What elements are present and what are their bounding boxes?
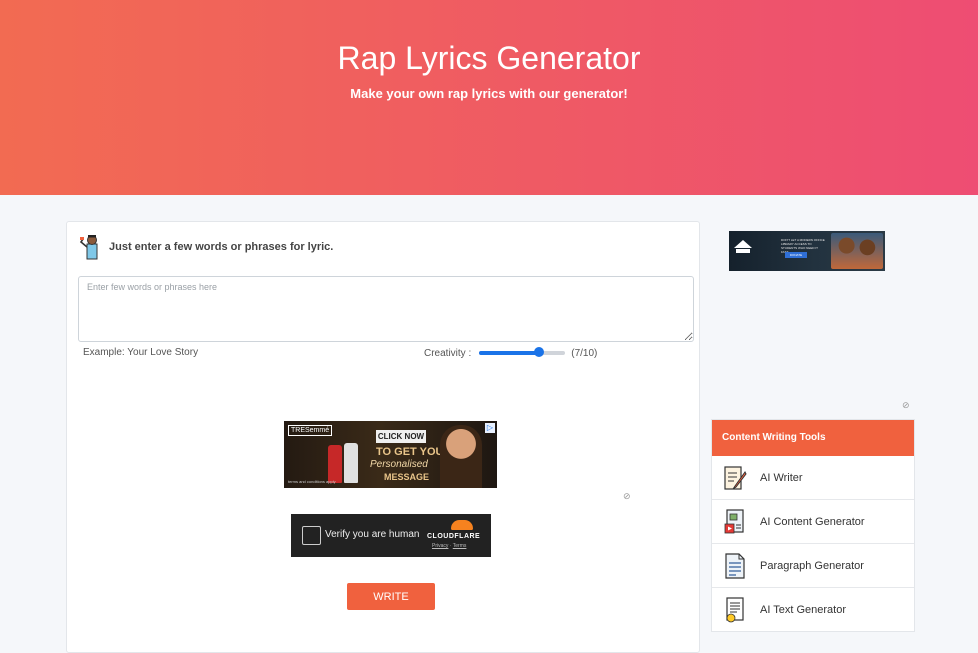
page-subtitle: Make your own rap lyrics with our genera… [350,86,628,101]
slider-fill [479,351,540,355]
tool-ai-content-generator[interactable]: AI Content Generator [712,500,914,544]
generator-card: Just enter a few words or phrases for ly… [66,221,700,653]
creativity-slider[interactable] [479,346,566,360]
creativity-control: Creativity : (7/10) [424,346,597,360]
privacy-link[interactable]: Privacy [432,543,448,549]
ad-options-icon[interactable]: ⊘ [623,491,631,502]
paragraph-document-icon [725,552,745,579]
creativity-value: (7/10) [571,347,598,359]
captcha-links: Privacy · Terms [432,543,466,549]
slider-thumb[interactable] [534,347,545,357]
tool-paragraph-generator[interactable]: Paragraph Generator [712,544,914,588]
cloudflare-logo-icon [451,520,473,530]
hero-banner: Rap Lyrics Generator Make your own rap l… [0,0,978,195]
creativity-label: Creativity : [424,347,472,359]
tool-ai-writer[interactable]: AI Writer [712,456,914,500]
ad-fine-print: terms and conditions apply [288,479,336,484]
intro-row: Just enter a few words or phrases for ly… [79,232,333,262]
tool-label: AI Content Generator [760,515,865,528]
tool-label: AI Text Generator [760,603,847,616]
captcha-checkbox[interactable] [302,526,321,545]
intro-text: Just enter a few words or phrases for ly… [109,241,334,253]
ad-side-image [831,233,883,269]
document-media-icon [724,508,744,533]
ad-logo-icon [734,240,752,253]
adchoices-icon[interactable]: ▷ [485,423,495,433]
lyrics-input[interactable] [78,276,694,342]
page-title: Rap Lyrics Generator [337,40,641,76]
captcha-widget: Verify you are human CLOUDFLARE Privacy … [291,514,491,557]
ad-cta[interactable]: CLICK NOW [376,430,426,443]
tool-ai-text-generator[interactable]: AI Text Generator [712,588,914,631]
cloudflare-brand: CLOUDFLARE [427,533,481,540]
ad-headline-script: Personalised [370,459,428,470]
tools-panel-title: Content Writing Tools [712,420,914,456]
tool-label: Paragraph Generator [760,559,864,572]
text-document-icon [726,596,744,622]
ad-model-image [440,425,482,488]
content-tools-panel: Content Writing Tools AI Writer AI Conte… [711,419,915,632]
captcha-label: Verify you are human [325,529,420,540]
ad-options-icon[interactable]: ⊘ [902,400,910,411]
example-text: Example: Your Love Story [83,347,199,358]
ad-brand: TRESemmé [288,425,333,436]
ad-product-image [344,443,358,483]
ad-donate-button[interactable]: DONATE [785,252,807,258]
terms-link[interactable]: Terms [453,543,467,549]
write-button[interactable]: WRITE [347,583,435,610]
pen-paper-icon [724,465,747,490]
ad-headline-end: MESSAGE [384,472,430,482]
advertisement-banner[interactable]: TRESemmé CLICK NOW TO GET YOUR Personali… [284,421,497,488]
tool-label: AI Writer [760,471,803,484]
link-separator: · [449,543,452,549]
rapper-icon [79,235,98,260]
ad-product-image [328,445,342,483]
sidebar-advertisement[interactable]: DON'T LET A MODERN OFFICE LIBRARY ACCESS… [729,231,885,271]
